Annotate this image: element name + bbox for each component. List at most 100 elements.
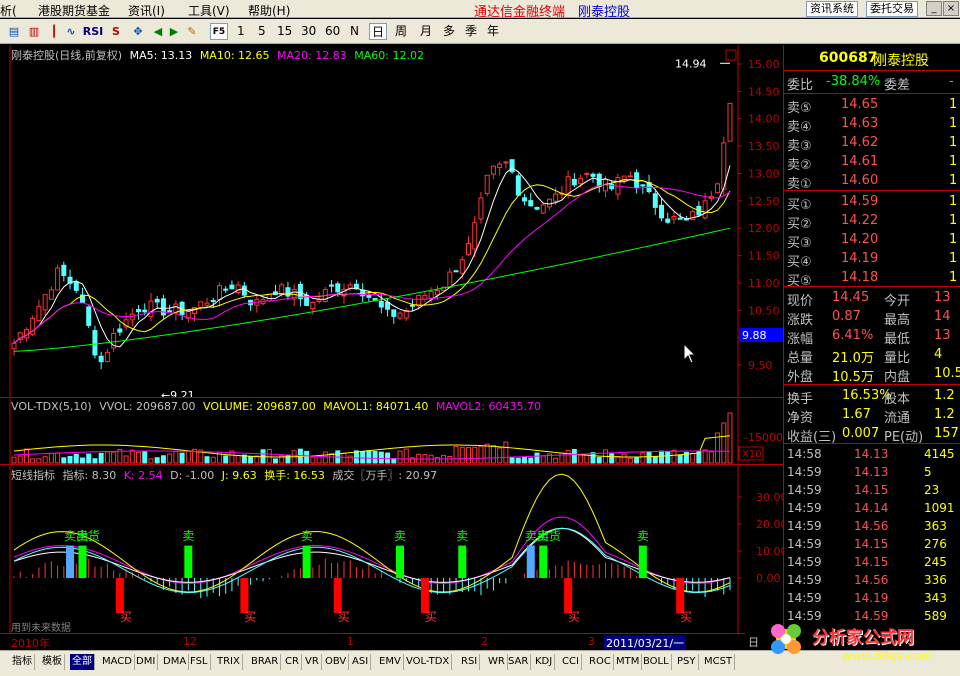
volume-bar: [86, 453, 92, 464]
sell-signal-bar: [78, 545, 87, 578]
indicator-tab[interactable]: CR: [283, 654, 302, 670]
arrow-left-icon[interactable]: ◀: [150, 23, 166, 40]
menu-item-hk-futures[interactable]: 港股期货基金: [38, 2, 110, 19]
candle-down: [154, 298, 160, 303]
app-title: 通达信金融终端: [474, 5, 566, 20]
indicator-tab[interactable]: 模板: [40, 654, 65, 670]
period-n[interactable]: N: [350, 23, 359, 40]
period-multi[interactable]: 多: [443, 23, 455, 40]
stat-label: 换手: [787, 392, 814, 407]
main-chart-panel[interactable]: 刚泰控股(日线,前复权) MA5: 13.13 MA10: 12.65 MA20…: [0, 45, 783, 398]
bid-price: 14.18: [841, 270, 879, 285]
rsi-icon[interactable]: RSI: [82, 23, 104, 40]
volume-bar: [353, 450, 359, 464]
indicator-tab[interactable]: BRAR: [249, 654, 282, 670]
period-season[interactable]: 季: [465, 23, 477, 40]
minimize-icon[interactable]: _: [926, 1, 942, 16]
stat-label: 今开: [884, 294, 911, 309]
s-icon[interactable]: S: [108, 23, 124, 40]
indicator-tab[interactable]: 指标: [10, 654, 35, 670]
candle-up: [173, 303, 179, 313]
indicator-tab[interactable]: FSL: [188, 654, 211, 670]
volume-bar: [627, 457, 633, 464]
indicator-tab[interactable]: SAR: [506, 654, 532, 670]
indicator-panel[interactable]: 短线指标 指标: 8.30 K: 2.54 D: -1.00 J: 9.63 换…: [0, 466, 783, 633]
tick-price: 14.56: [854, 519, 889, 533]
indicator-tab[interactable]: MACD: [100, 654, 135, 670]
pencil-icon[interactable]: ✎: [184, 23, 200, 40]
volume-bar: [671, 449, 677, 464]
buy-signal-label: 买: [425, 610, 437, 624]
arrow-right-icon[interactable]: ▶: [166, 23, 182, 40]
menu-item-analysis[interactable]: 析(: [0, 2, 17, 19]
indicator-tab[interactable]: OBV: [323, 654, 350, 670]
trade-button[interactable]: 委托交易: [866, 1, 918, 17]
indicator-tab[interactable]: BOLL: [641, 654, 672, 670]
period-5min[interactable]: 5: [258, 23, 266, 40]
period-week[interactable]: 周: [395, 23, 407, 40]
indicator-tab[interactable]: ROC: [587, 654, 614, 670]
volume-bar: [571, 448, 577, 464]
bar-chart-icon[interactable]: ▥: [26, 23, 42, 40]
menu-item-help[interactable]: 帮助(H): [248, 2, 290, 19]
period-60min[interactable]: 60: [325, 23, 340, 40]
volume-bar: [609, 453, 615, 464]
volume-bar: [721, 422, 727, 464]
indicator-tab[interactable]: KDJ: [533, 654, 556, 670]
indicator-tab[interactable]: MTM: [614, 654, 643, 670]
sell-signal-bar: [526, 545, 535, 578]
f5-button[interactable]: F5: [210, 23, 228, 40]
tick-row: 14:59 14.15 276: [784, 536, 960, 554]
move-icon[interactable]: ✥: [130, 23, 146, 40]
indicator-tab[interactable]: EMV: [377, 654, 404, 670]
indicator-tab[interactable]: DMA: [161, 654, 190, 670]
candle-up: [266, 293, 272, 302]
volume-bar: [48, 452, 54, 464]
buy-signal-bar: [420, 578, 429, 614]
indicator-tab[interactable]: 全部: [70, 654, 95, 670]
period-day[interactable]: 日: [369, 23, 388, 40]
indicator-tab[interactable]: TRIX: [215, 654, 243, 670]
line-icon[interactable]: ∿: [62, 23, 80, 40]
quote-panel: 600687 刚泰控股 委比 -38.84% 委差 - 卖⑤ 14.65 1 卖④ 14…: [783, 45, 960, 650]
volume-bar: [304, 450, 310, 464]
indicator-tab[interactable]: MCST: [702, 654, 736, 670]
period-1min[interactable]: 1: [237, 23, 245, 40]
chart-icon[interactable]: ▤: [6, 23, 22, 40]
volume-panel[interactable]: VOL-TDX(5,10) VVOL: 209687.00 VOLUME: 20…: [0, 399, 783, 465]
volume-bar: [136, 451, 142, 464]
period-month[interactable]: 月: [420, 23, 432, 40]
volume-bar: [372, 451, 378, 464]
indicator-tab[interactable]: DMI: [134, 654, 159, 670]
volume-bar: [490, 445, 496, 464]
indicator-tab[interactable]: ASI: [350, 654, 372, 670]
indicator-tab[interactable]: RSI: [459, 654, 481, 670]
period-year[interactable]: 年: [487, 23, 499, 40]
close-icon[interactable]: ×: [943, 1, 959, 16]
indicator-tab[interactable]: WR: [486, 654, 508, 670]
volume-bar: [677, 454, 683, 464]
indicator-tab[interactable]: VOL-TDX: [404, 654, 453, 670]
volume-bar: [652, 456, 658, 464]
buy-signal-bar: [333, 578, 342, 614]
volume-bar: [210, 456, 216, 464]
k-line: [13, 516, 731, 584]
candle-up: [235, 284, 241, 293]
stat-value: 10.5万: [832, 370, 874, 385]
indicator-tab[interactable]: CCI: [560, 654, 582, 670]
menu-item-tools[interactable]: 工具(V): [188, 2, 230, 19]
menu-item-news[interactable]: 资讯(I): [128, 2, 165, 19]
y-tick-label: 10.00: [756, 545, 783, 558]
tick-time: 14:59: [787, 501, 822, 515]
ma5-line: [13, 165, 731, 348]
volume-bar: [466, 447, 472, 464]
indicator-tab[interactable]: PSY: [675, 654, 699, 670]
news-system-button[interactable]: 资讯系统: [806, 1, 858, 17]
sell-signal-label: 卖: [637, 529, 649, 543]
indicator-tab[interactable]: VR: [303, 654, 322, 670]
period-15min[interactable]: 15: [277, 23, 292, 40]
period-30min[interactable]: 30: [301, 23, 316, 40]
tick-row: 14:59 14.56 363: [784, 518, 960, 536]
candle-icon[interactable]: ┃: [46, 23, 62, 40]
candle-up: [702, 200, 708, 219]
